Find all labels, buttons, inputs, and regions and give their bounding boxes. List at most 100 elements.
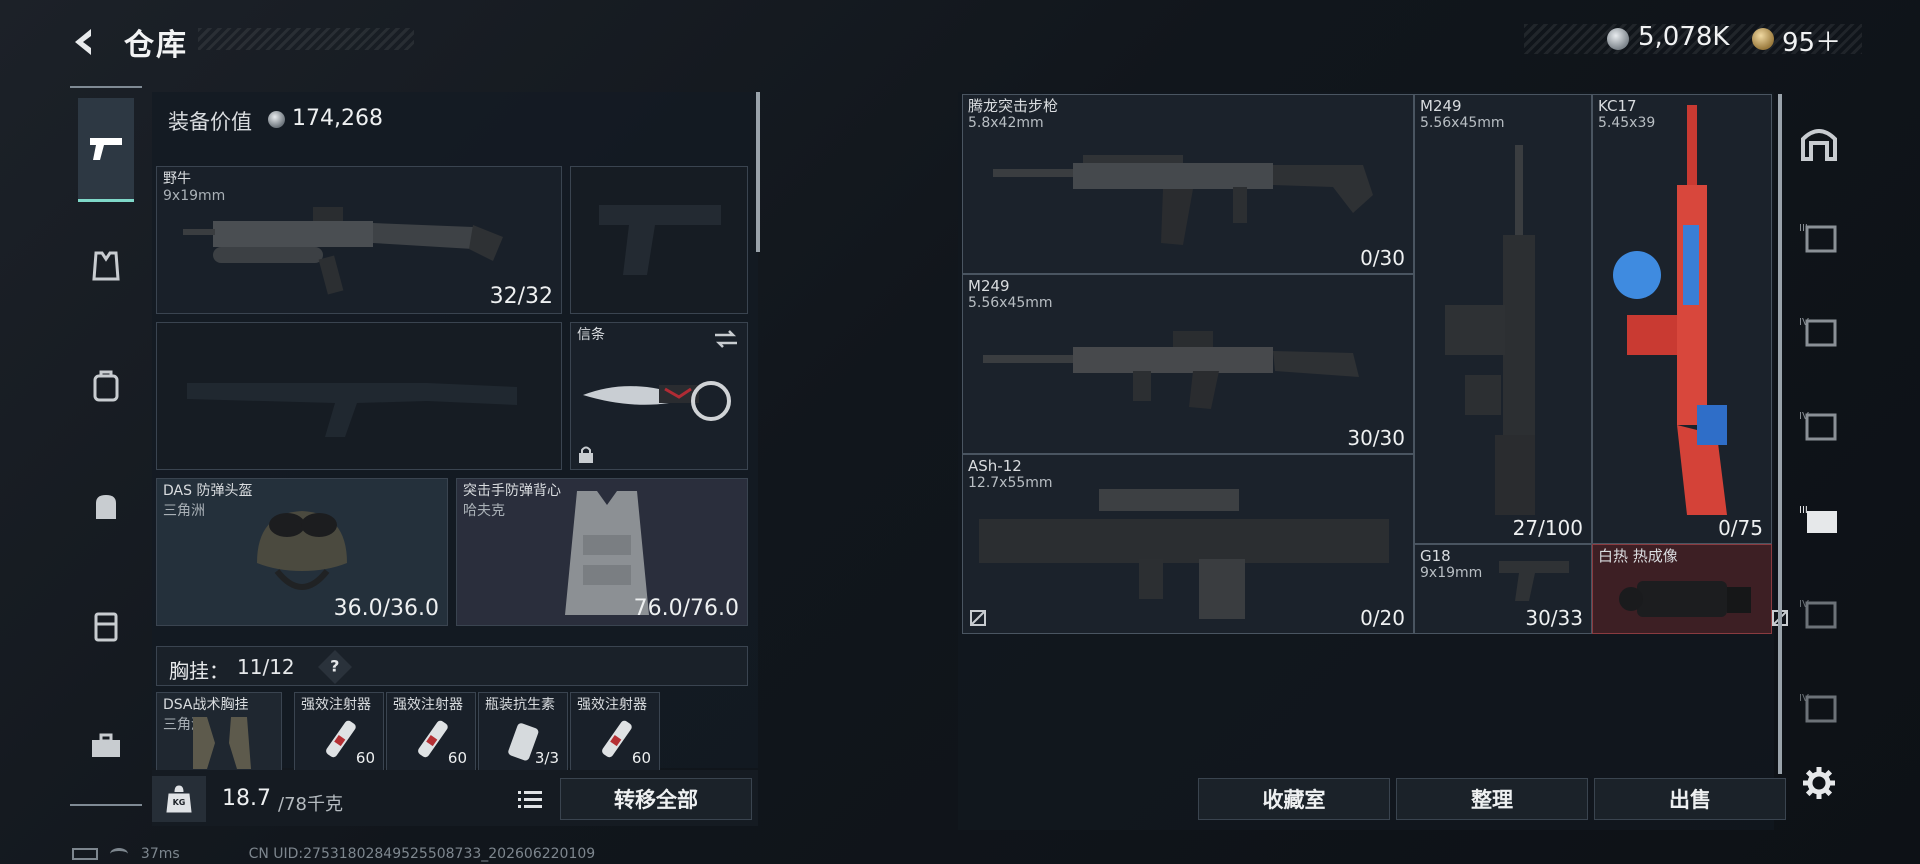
helmet-image xyxy=(257,511,347,590)
pistol-image xyxy=(1499,561,1569,601)
rig-item-3[interactable]: 瓶装抗生素 3/3 xyxy=(478,692,568,772)
chest-rig-capacity: 11/12 xyxy=(237,655,295,679)
nav-toolbox[interactable] xyxy=(78,718,134,774)
ammo-count: 27/100 xyxy=(1512,516,1583,540)
stash-tab-4b[interactable]: IV xyxy=(1790,396,1848,454)
rig-item-1[interactable]: 强效注射器 60 xyxy=(294,692,384,772)
storage-tab-icon: IV xyxy=(1799,693,1837,723)
toolbox-icon xyxy=(92,733,120,757)
ammo-count: 30/30 xyxy=(1347,426,1405,450)
storage-tab-icon: IV xyxy=(1799,317,1837,347)
kc17-rifle-image xyxy=(1613,105,1727,515)
item-caliber: 5.56x45mm xyxy=(1420,115,1505,131)
stash-tab-4a[interactable]: IV xyxy=(1790,302,1848,360)
pistol-icon xyxy=(90,137,122,160)
list-view-button[interactable] xyxy=(512,782,548,816)
battery-icon xyxy=(72,848,98,860)
slot-name: DSA战术胸挂 xyxy=(163,697,249,713)
rig-item-2[interactable]: 强效注射器 60 xyxy=(386,692,476,772)
item-count: 3/3 xyxy=(534,749,559,767)
swap-icon[interactable] xyxy=(713,329,739,349)
pistol-slot-empty[interactable] xyxy=(570,166,748,314)
nav-vest[interactable] xyxy=(78,238,134,294)
sort-button[interactable]: 整理 xyxy=(1396,778,1588,820)
slot-name: DAS 防弹头盔 xyxy=(163,483,253,499)
item-name: 强效注射器 xyxy=(301,697,371,713)
svg-text:III: III xyxy=(1799,505,1808,516)
nav-container[interactable] xyxy=(78,598,134,654)
pistol-silhouette-icon xyxy=(599,205,721,275)
sell-button[interactable]: 出售 xyxy=(1594,778,1786,820)
item-name: M249 xyxy=(968,277,1010,295)
stash-item-m249-rifle[interactable]: M249 5.56x45mm 30/30 xyxy=(962,274,1414,454)
stash-item-thermal-scope[interactable]: 白热 热成像 xyxy=(1592,544,1788,634)
ammo-count: 0/20 xyxy=(1360,606,1405,630)
durability: 76.0/76.0 xyxy=(633,596,739,621)
stash-tab-3-active[interactable]: III xyxy=(1790,490,1848,548)
item-name: 强效注射器 xyxy=(577,697,647,713)
back-arrow-icon xyxy=(75,29,91,55)
thermal-scope-image xyxy=(1619,581,1751,617)
currency-gold-value[interactable]: 95＋ xyxy=(1782,22,1841,59)
user-uid: CN UID:27531802849525508733_202606220109 xyxy=(248,846,596,862)
stash-item-kc17[interactable]: KC17 5.45x39 0/75 xyxy=(1592,94,1772,544)
stash-tab-4c[interactable]: IV xyxy=(1790,584,1848,642)
stash-tab-4d[interactable]: IV xyxy=(1790,678,1848,736)
loadout-scrollbar[interactable] xyxy=(756,92,760,252)
chest-rig-image xyxy=(193,717,251,769)
page-title: 仓库 xyxy=(124,28,188,63)
ammo-count: 0/75 xyxy=(1718,516,1763,540)
help-icon[interactable]: ? xyxy=(318,650,352,684)
durability: 36.0/36.0 xyxy=(333,596,439,621)
secondary-weapon-slot-empty[interactable] xyxy=(156,322,562,470)
item-name: M249 xyxy=(1420,97,1462,115)
item-count: 60 xyxy=(355,749,375,767)
left-category-nav xyxy=(70,86,142,806)
warehouse-icon xyxy=(1801,129,1837,161)
svg-text:IV: IV xyxy=(1799,599,1809,610)
no-insure-icon xyxy=(970,610,986,626)
stash-tab-all[interactable] xyxy=(1790,114,1848,172)
melee-slot[interactable]: 信条 xyxy=(570,322,748,470)
storage-tab-icon: IV xyxy=(1799,411,1837,441)
nav-weapons[interactable] xyxy=(78,98,134,202)
item-name: 腾龙突击步枪 xyxy=(968,97,1059,115)
rig-slot[interactable]: DSA战术胸挂 三角洲 xyxy=(156,692,282,772)
slot-faction: 三角洲 xyxy=(163,503,205,519)
storage-tab-icon: III xyxy=(1799,505,1837,533)
gear-icon xyxy=(1803,767,1835,799)
item-name: 强效注射器 xyxy=(393,697,463,713)
back-button[interactable] xyxy=(70,24,106,60)
stash-scrollbar[interactable] xyxy=(1778,94,1782,774)
transfer-all-button[interactable]: 转移全部 xyxy=(560,778,752,820)
currency-silver-value[interactable]: 5,078K xyxy=(1638,22,1729,52)
equipment-value-label: 装备价值 xyxy=(168,110,252,134)
collection-room-button[interactable]: 收藏室 xyxy=(1198,778,1390,820)
stash-item-tenglong-rifle[interactable]: 腾龙突击步枪 5.8x42mm 0/30 xyxy=(962,94,1414,274)
helmet-slot[interactable]: DAS 防弹头盔 三角洲 36.0/36.0 xyxy=(156,478,448,626)
stash-item-g18[interactable]: G18 9x19mm 30/33 xyxy=(1414,544,1592,634)
svg-text:IV: IV xyxy=(1799,693,1809,704)
weight-icon-box: KG xyxy=(152,776,206,822)
item-count: 60 xyxy=(631,749,651,767)
ammo-count: 0/30 xyxy=(1360,246,1405,270)
slot-name: 突击手防弹背心 xyxy=(463,483,561,499)
svg-text:III: III xyxy=(1799,223,1808,234)
item-count: 60 xyxy=(447,749,467,767)
primary-weapon-slot[interactable]: 野牛 9x19mm 32/32 xyxy=(156,166,562,314)
stash-item-ash12[interactable]: ASh-12 12.7x55mm 0/20 xyxy=(962,454,1414,634)
rig-item-4[interactable]: 强效注射器 60 xyxy=(570,692,660,772)
stash-tab-3[interactable]: III xyxy=(1790,208,1848,266)
equipment-value: 174,268 xyxy=(292,106,383,131)
nav-backpack[interactable] xyxy=(78,358,134,414)
item-caliber: 9x19mm xyxy=(1420,565,1483,581)
chest-rig-header: 胸挂： 11/12 ? xyxy=(156,646,748,686)
stash-item-m249-lmg[interactable]: M249 5.56x45mm 27/100 xyxy=(1414,94,1608,544)
weight-icon-text: KG xyxy=(172,798,186,807)
settings-button[interactable] xyxy=(1790,754,1848,812)
nav-bag[interactable] xyxy=(78,478,134,534)
ping-value: 37ms xyxy=(140,846,180,862)
armor-slot[interactable]: 突击手防弹背心 哈夫克 76.0/76.0 xyxy=(456,478,748,626)
rifle-silhouette-icon xyxy=(187,383,517,437)
ash12-rifle-image xyxy=(979,489,1389,619)
